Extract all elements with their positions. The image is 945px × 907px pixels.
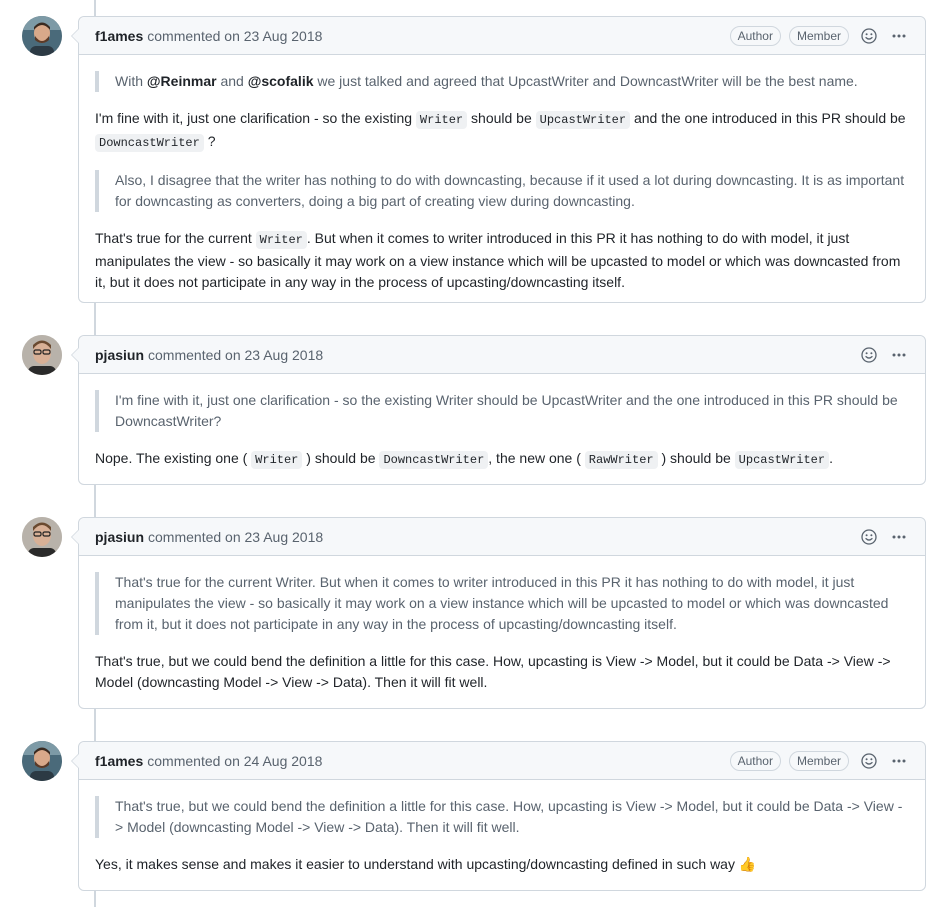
comment-box: pjasiun commented on 23 Aug 2018 I'm fin… [71, 335, 926, 487]
inline-code: DowncastWriter [379, 451, 489, 469]
comment-timestamp[interactable]: commented on 24 Aug 2018 [147, 753, 322, 769]
inline-code: UpcastWriter [535, 111, 631, 129]
comment-timestamp[interactable]: commented on 23 Aug 2018 [147, 28, 322, 44]
text: Nope. The existing one ( [95, 450, 252, 466]
comment-body: I'm fine with it, just one clarification… [79, 374, 925, 487]
smiley-icon[interactable] [859, 345, 879, 365]
mention-link[interactable]: @Reinmar [147, 73, 217, 89]
inline-code: Writer [251, 451, 303, 469]
inline-code: Writer [255, 231, 307, 249]
inline-code: DowncastWriter [95, 134, 204, 152]
comment-timestamp[interactable]: commented on 23 Aug 2018 [148, 529, 323, 545]
kebab-horizontal-icon[interactable] [889, 751, 909, 771]
quote: Also, I disagree that the writer has not… [95, 170, 909, 212]
quote: I'm fine with it, just one clarification… [95, 390, 909, 432]
comment-timestamp[interactable]: commented on 23 Aug 2018 [148, 347, 323, 363]
quote: That's true for the current Writer. But … [95, 572, 909, 635]
avatar-f1ames[interactable] [22, 16, 62, 56]
quote: That's true, but we could bend the defin… [95, 796, 909, 838]
inline-code: UpcastWriter [734, 451, 830, 469]
comment-box: f1ames commented on 23 Aug 2018 Author M… [71, 16, 926, 303]
comment-box: f1ames commented on 24 Aug 2018 Author M… [71, 741, 926, 891]
text: ) should be [302, 450, 380, 466]
kebab-horizontal-icon[interactable] [889, 527, 909, 547]
text: I'm fine with it, just one clarification… [95, 110, 416, 126]
avatar-f1ames[interactable] [22, 741, 62, 781]
kebab-horizontal-icon[interactable] [889, 26, 909, 46]
kebab-horizontal-icon[interactable] [889, 345, 909, 365]
inline-code: Writer [415, 111, 468, 129]
author-name[interactable]: f1ames [95, 28, 143, 44]
avatar-pjasiun[interactable] [22, 517, 62, 557]
paragraph: That's true for the current Writer. But … [95, 228, 909, 293]
comment-header: f1ames commented on 24 Aug 2018 Author M… [79, 742, 925, 780]
comment-body: With @Reinmar and @scofalik we just talk… [79, 55, 925, 309]
text: , the new one ( [488, 450, 585, 466]
text: Yes, it makes sense and makes it easier … [95, 856, 735, 872]
text: That's true for the current [95, 230, 256, 246]
member-badge: Member [788, 750, 849, 771]
text: should be [467, 110, 536, 126]
text: ? [203, 133, 216, 149]
avatar-pjasiun[interactable] [22, 335, 62, 375]
paragraph: I'm fine with it, just one clarification… [95, 108, 909, 154]
author-name[interactable]: pjasiun [95, 347, 144, 363]
quote-text: we just talked and agreed that UpcastWri… [313, 73, 858, 89]
text: and the one introduced in this PR should… [630, 110, 906, 126]
comment-header: pjasiun commented on 23 Aug 2018 [79, 518, 925, 556]
smiley-icon[interactable] [859, 527, 879, 547]
comment-body: That's true, but we could bend the defin… [79, 780, 925, 891]
paragraph: Nope. The existing one ( Writer ) should… [95, 448, 909, 471]
thumbs-up-emoji: 👍 [738, 856, 757, 872]
quote-text: and [216, 73, 248, 89]
paragraph: That's true, but we could bend the defin… [95, 653, 891, 690]
author-name[interactable]: pjasiun [95, 529, 144, 545]
paragraph: Yes, it makes sense and makes it easier … [95, 854, 909, 875]
text: . [829, 450, 833, 466]
smiley-icon[interactable] [859, 26, 879, 46]
comment-box: pjasiun commented on 23 Aug 2018 That's … [71, 517, 926, 709]
comment-header: pjasiun commented on 23 Aug 2018 [79, 336, 925, 374]
smiley-icon[interactable] [859, 751, 879, 771]
text: ) should be [657, 450, 735, 466]
comment-header: f1ames commented on 23 Aug 2018 Author M… [79, 17, 925, 55]
quote: With @Reinmar and @scofalik we just talk… [95, 71, 909, 92]
comment-body: That's true for the current Writer. But … [79, 556, 925, 709]
author-badge: Author [729, 750, 781, 771]
mention-link[interactable]: @scofalik [248, 73, 314, 89]
quote-text: With [115, 73, 147, 89]
author-badge: Author [729, 25, 781, 46]
inline-code: RawWriter [584, 451, 658, 469]
member-badge: Member [788, 25, 849, 46]
author-name[interactable]: f1ames [95, 753, 143, 769]
